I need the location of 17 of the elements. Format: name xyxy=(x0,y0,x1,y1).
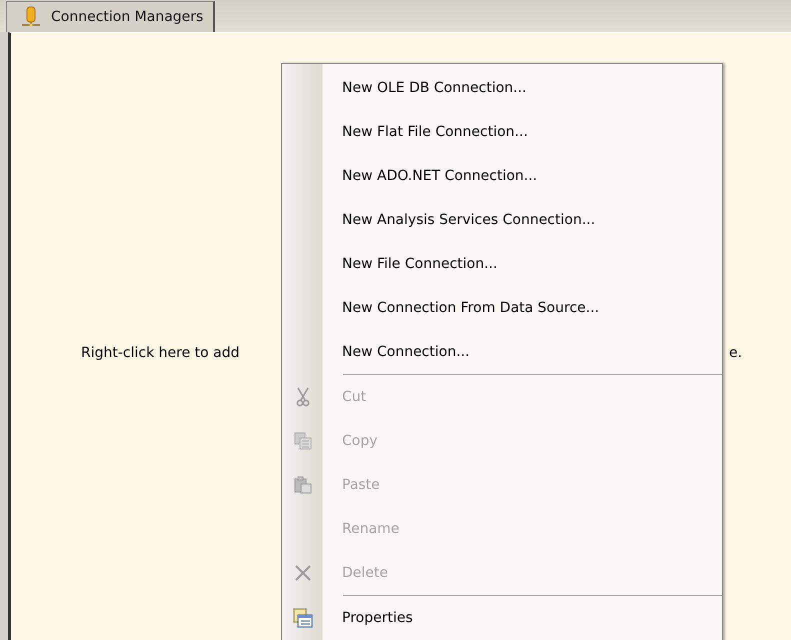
database-icon xyxy=(21,6,41,28)
menu-item[interactable]: New Flat File Connection... xyxy=(282,110,722,154)
hint-text: e. xyxy=(729,345,742,361)
menu-item[interactable]: New Analysis Services Connection... xyxy=(282,198,722,242)
menu-item[interactable]: New Connection... xyxy=(282,330,722,374)
properties-icon xyxy=(293,608,313,628)
menu-item[interactable]: New Connection From Data Source... xyxy=(282,286,722,330)
menu-item[interactable]: New File Connection... xyxy=(282,242,722,286)
hint-text: Right-click here to add xyxy=(81,345,241,361)
tab[interactable]: Connection Managers xyxy=(6,1,216,32)
close-icon xyxy=(295,565,311,581)
menu-item[interactable]: Properties xyxy=(282,596,722,640)
copy-icon xyxy=(294,432,312,450)
menu-item[interactable]: New ADO.NET Connection... xyxy=(282,154,722,198)
menu-item[interactable]: New OLE DB Connection... xyxy=(282,66,722,110)
paste-icon xyxy=(294,476,312,494)
scissors-icon xyxy=(296,387,310,407)
